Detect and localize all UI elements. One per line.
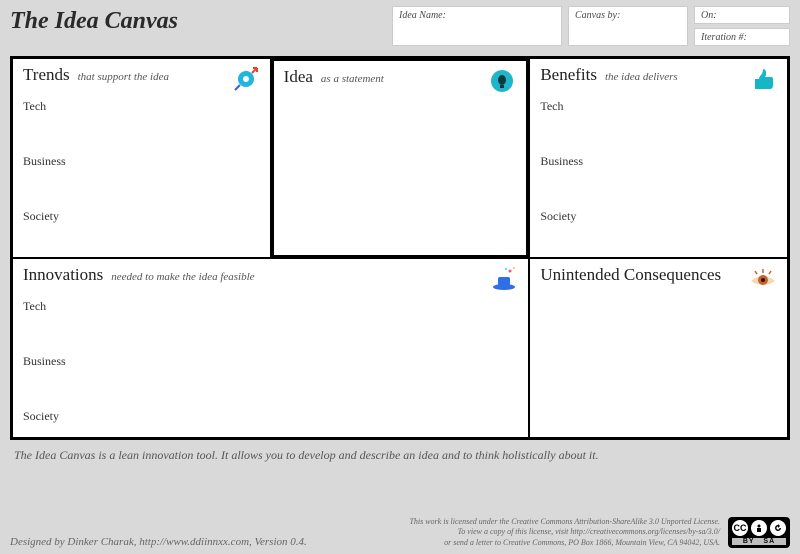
- cc-badge: CC BY SA: [728, 517, 790, 548]
- benefits-cell[interactable]: Benefits the idea delivers Tech Business…: [529, 58, 788, 258]
- idea-sub: as a statement: [321, 73, 384, 85]
- benefits-title: Benefits: [540, 65, 597, 84]
- meta-fields: Idea Name: Canvas by: On: Iteration #:: [392, 6, 790, 46]
- idea-canvas: Trends that support the idea Tech Busine…: [10, 56, 790, 440]
- trends-cell[interactable]: Trends that support the idea Tech Busine…: [12, 58, 271, 258]
- credit-line: Designed by Dinker Charak, http://www.dd…: [10, 536, 409, 548]
- innovations-cell[interactable]: Innovations needed to make the idea feas…: [12, 258, 529, 438]
- on-field[interactable]: On:: [694, 6, 790, 24]
- by-icon: [751, 520, 767, 536]
- innov-society: Society: [23, 409, 518, 424]
- benefits-business: Business: [540, 154, 777, 169]
- consequences-cell[interactable]: Unintended Consequences: [529, 258, 788, 438]
- page-title: The Idea Canvas: [10, 6, 392, 35]
- iteration-field[interactable]: Iteration #:: [694, 28, 790, 46]
- canvas-by-field[interactable]: Canvas by:: [568, 6, 688, 46]
- eye-icon: [749, 265, 777, 293]
- trends-sub: that support the idea: [78, 71, 169, 83]
- trends-title: Trends: [23, 65, 70, 84]
- thumbs-up-icon: [749, 65, 777, 93]
- idea-cell[interactable]: Idea as a statement: [271, 58, 530, 258]
- consequences-title: Unintended Consequences: [540, 265, 721, 284]
- benefits-society: Society: [540, 209, 777, 224]
- benefits-sub: the idea delivers: [605, 71, 678, 83]
- trends-business: Business: [23, 154, 260, 169]
- footer-note: The Idea Canvas is a lean innovation too…: [0, 440, 800, 471]
- innovations-title: Innovations: [23, 265, 103, 284]
- trends-tech: Tech: [23, 99, 260, 114]
- license-text: This work is licensed under the Creative…: [409, 517, 720, 548]
- sa-icon: [770, 520, 786, 536]
- innov-tech: Tech: [23, 299, 518, 314]
- idea-name-field[interactable]: Idea Name:: [392, 6, 562, 46]
- bulb-icon: [488, 67, 516, 95]
- innovations-sub: needed to make the idea feasible: [111, 271, 254, 283]
- magic-hat-icon: [490, 265, 518, 293]
- idea-title: Idea: [284, 67, 313, 86]
- innov-business: Business: [23, 354, 518, 369]
- cc-icon: CC: [732, 520, 748, 536]
- benefits-tech: Tech: [540, 99, 777, 114]
- trends-society: Society: [23, 209, 260, 224]
- target-icon: [232, 65, 260, 93]
